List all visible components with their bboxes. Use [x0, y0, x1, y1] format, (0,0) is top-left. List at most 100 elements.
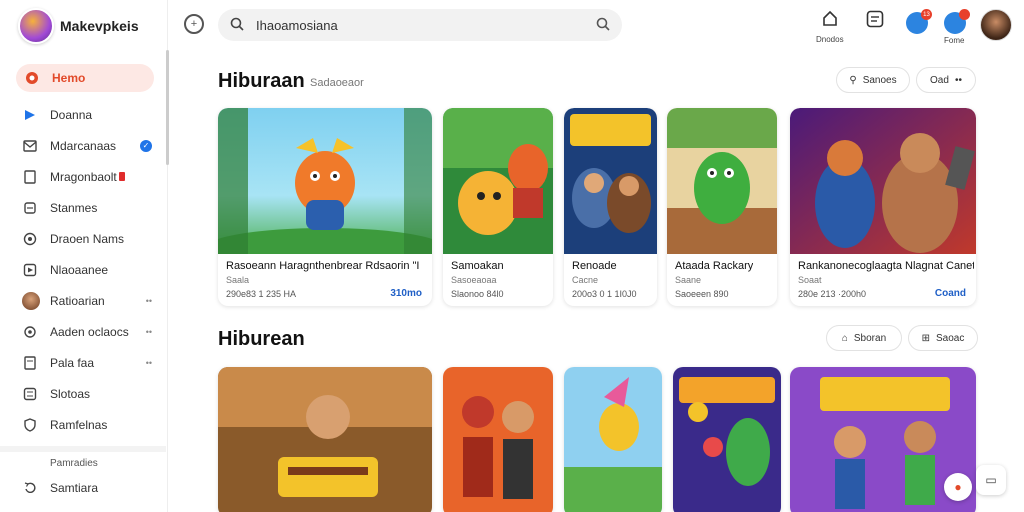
sidebar-divider: [0, 446, 166, 452]
sidebar-item-label: Samtiara: [50, 481, 99, 495]
sidebar-item-label: Mdarcanaas: [50, 138, 117, 153]
compass-icon: [22, 231, 38, 247]
more-button[interactable]: Oad ••: [916, 67, 976, 93]
game-meta: Saoeeen 890: [675, 289, 729, 299]
sidebar-item-aaden-oclaocs[interactable]: Aaden oclaocs ••: [0, 316, 166, 347]
chat-icon[interactable]: ▭: [976, 465, 1006, 495]
game-thumbnail: [667, 108, 777, 254]
chat-icon: [866, 10, 884, 33]
sidebar-item-nlaoaanee[interactable]: Nlaoaanee: [0, 254, 166, 285]
search-submit-icon[interactable]: [596, 17, 610, 34]
game-card[interactable]: Rankanonecoglaagta Nlagnat Canet Soaat 2…: [790, 108, 976, 306]
profile-avatar[interactable]: [980, 9, 1012, 41]
sidebar-item-ratioarian[interactable]: Ratioarian ••: [0, 285, 166, 316]
sidebar-item-mdarcanaas[interactable]: Mdarcanaas ✓: [0, 130, 166, 161]
add-icon[interactable]: +: [184, 14, 204, 34]
filter-label: Sboran: [853, 332, 887, 344]
game-meta: 200o3 0 1 1I0J0: [572, 289, 637, 299]
tag-icon: [22, 355, 38, 371]
play-icon: [22, 262, 38, 278]
top-bar: + Dnodos 13 Fome: [168, 0, 1024, 50]
messages-button[interactable]: [866, 10, 884, 33]
sidebar-item-draoen-nams[interactable]: Draoen Nams: [0, 223, 166, 254]
sidebar-item-label: Stanmes: [50, 200, 98, 215]
stack-icon: [22, 200, 38, 216]
game-title: Ataada Rackary: [675, 260, 754, 272]
notifications-button[interactable]: Dnodos: [816, 10, 844, 44]
search-icon: [230, 17, 244, 34]
game-category: Saane: [675, 275, 702, 285]
sidebar-item-mragonbaolt[interactable]: Mragonbaolt: [0, 161, 166, 192]
sidebar-item-label: Draoen Nams: [50, 231, 125, 246]
game-card[interactable]: Samoakan Sasoeaoaa Slaonoo 84l0: [443, 108, 553, 306]
game-card[interactable]: [673, 367, 781, 512]
more-label: Oad: [930, 74, 949, 86]
sidebar-item-ramfelnas[interactable]: Ramfelnas: [0, 409, 166, 440]
search-bar[interactable]: [218, 9, 622, 41]
sidebar-item-pala-faa[interactable]: Pala faa ••: [0, 347, 166, 378]
game-meta: 290e83 1 235 HA: [226, 289, 297, 299]
record-icon[interactable]: ●: [944, 473, 972, 501]
filter-label: Sanoes: [862, 74, 897, 86]
game-thumbnail: [218, 108, 432, 254]
flag-icon: [22, 107, 38, 123]
section-title: Hiburean: [218, 328, 305, 350]
brand-name: Makevpkeis: [60, 18, 139, 34]
brand[interactable]: Makevpkeis: [18, 8, 139, 44]
shield-icon: [22, 417, 38, 433]
sidebar-item-label: Ratioarian: [50, 293, 105, 308]
sidebar-item-label: Hemo: [52, 71, 86, 85]
brand-logo: [18, 8, 54, 44]
sidebar-item-label: Doanna: [50, 107, 93, 122]
filter-icon: ⚲: [849, 74, 857, 86]
sidebar-item-home[interactable]: Hemo: [16, 64, 154, 92]
sidebar-item-doanna[interactable]: Doanna: [0, 99, 166, 130]
sidebar-nav: Hemo Doanna Mdarcanaas ✓ Mragonbaolt Sta…: [0, 64, 166, 440]
mail-icon: [22, 138, 38, 154]
game-link[interactable]: 310mo: [390, 288, 422, 299]
document-icon: [22, 169, 38, 185]
chevron-icon: ••: [145, 326, 152, 337]
game-title: Rasoeann Haragnthenbrear Rdsaorin "I: [226, 260, 420, 272]
section-subtitle[interactable]: Sadaoeaor: [310, 77, 364, 89]
game-thumbnail: [564, 367, 662, 512]
sidebar-item-stanmes[interactable]: Stanmes: [0, 192, 166, 223]
updates-button[interactable]: [944, 9, 970, 34]
chevron-icon: ••: [145, 295, 152, 306]
game-category: Saala: [226, 275, 250, 285]
filter-button[interactable]: ⚲ Sanoes: [836, 67, 910, 93]
sidebar-item-samtiara[interactable]: Samtiara: [22, 480, 98, 496]
alert-badge: [118, 172, 125, 181]
filter-button[interactable]: ⌂ Sboran: [826, 325, 902, 351]
game-thumbnail: [673, 367, 781, 512]
more-icon: ••: [954, 74, 962, 86]
game-card[interactable]: Rasoeann Haragnthenbrear Rdsaorin "I Saa…: [218, 108, 432, 306]
sort-label: Saoac: [936, 332, 965, 344]
game-card[interactable]: Renoade Cacne 200o3 0 1 1I0J0: [564, 108, 657, 306]
game-thumbnail: [443, 367, 553, 512]
game-title: Rankanonecoglaagta Nlagnat Canet: [798, 260, 974, 272]
sidebar: Makevpkeis Hemo Doanna Mdarcanaas ✓ Mrag…: [0, 0, 169, 512]
notifications-label: Dnodos: [816, 35, 844, 44]
game-card[interactable]: [564, 367, 662, 512]
sidebar-item-label: Mragonbaolt: [50, 169, 117, 184]
avatar-icon: [22, 291, 40, 310]
game-meta: 280e 213 ·200h0: [798, 289, 867, 299]
activity-badge: 13: [921, 9, 932, 20]
verified-icon: ✓: [140, 139, 152, 152]
game-category: Cacne: [572, 275, 599, 285]
sidebar-scrollbar[interactable]: [166, 50, 169, 165]
game-link[interactable]: Coand: [935, 288, 966, 299]
sidebar-item-slotoas[interactable]: Slotoas: [0, 378, 166, 409]
game-card[interactable]: [443, 367, 553, 512]
search-input[interactable]: [256, 17, 596, 33]
chevron-icon: ••: [145, 357, 152, 368]
sort-button[interactable]: ⊞ Saoac: [908, 325, 978, 351]
game-card[interactable]: Ataada Rackary Saane Saoeeen 890: [667, 108, 777, 306]
game-card[interactable]: [218, 367, 432, 512]
sidebar-item-label: Pala faa: [50, 355, 95, 370]
home-icon: [24, 70, 40, 86]
sidebar-footer-label: Pamradies: [50, 458, 98, 469]
activity-button[interactable]: 13: [906, 9, 932, 34]
filter-icon: ⌂: [841, 332, 848, 344]
